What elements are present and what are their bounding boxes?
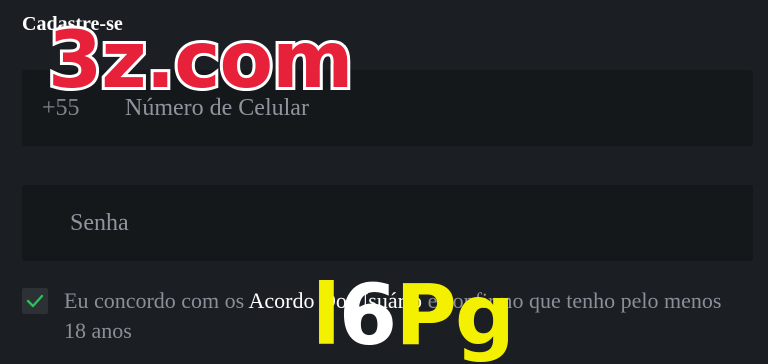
- watermark-logo: 3z.com: [45, 15, 356, 107]
- watermark-code: l6Pg: [312, 266, 515, 364]
- agreement-checkbox[interactable]: [22, 288, 48, 314]
- agreement-text-before: Eu concordo com os: [64, 288, 249, 313]
- watermark-code-prefix: l: [312, 266, 341, 364]
- check-icon: [26, 294, 44, 308]
- password-input[interactable]: [70, 207, 720, 239]
- watermark-code-suffix: Pg: [395, 266, 515, 364]
- watermark-code-digit: 6: [338, 266, 397, 364]
- password-field[interactable]: [22, 185, 753, 261]
